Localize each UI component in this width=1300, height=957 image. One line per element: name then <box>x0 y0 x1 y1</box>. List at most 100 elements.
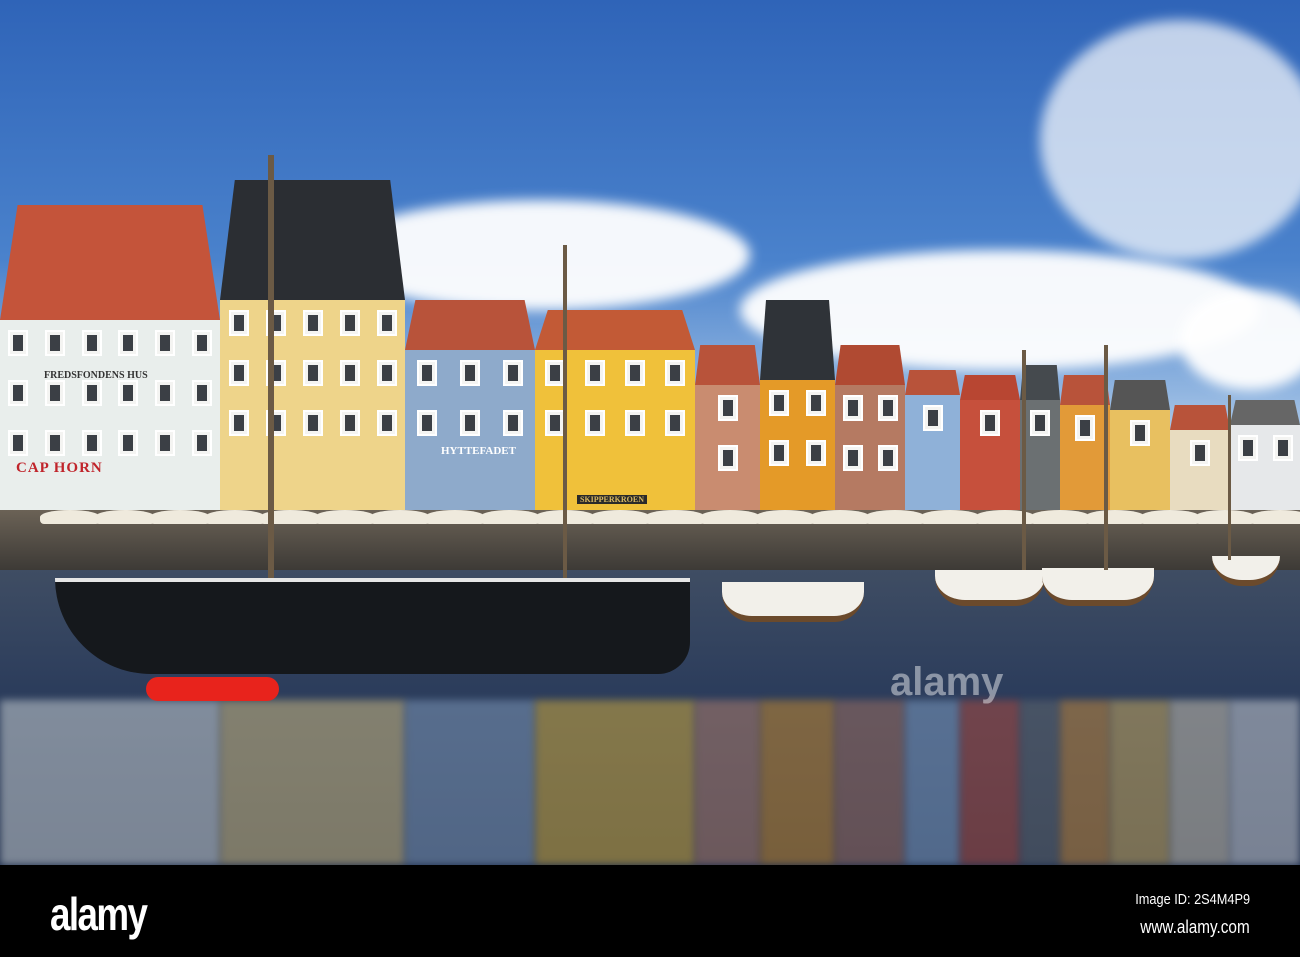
window <box>877 445 898 471</box>
building <box>1110 380 1170 520</box>
facade <box>220 300 405 520</box>
window <box>1190 440 1210 466</box>
umbrella <box>40 510 100 524</box>
window <box>118 330 139 356</box>
window <box>460 410 480 436</box>
roof <box>1020 365 1060 400</box>
building <box>1060 375 1110 520</box>
reflection <box>0 700 220 865</box>
harbour-photo: FREDSFONDENS HUS CAP HORN HYTTEFADET SKI… <box>0 0 1300 865</box>
window <box>877 395 898 421</box>
umbrella <box>1085 510 1145 524</box>
mast <box>563 245 567 585</box>
window <box>1130 420 1150 446</box>
window <box>545 360 565 386</box>
facade <box>1020 400 1060 520</box>
window <box>302 360 323 386</box>
roof <box>535 310 695 350</box>
window <box>155 430 175 456</box>
window <box>585 410 605 436</box>
window <box>416 360 437 386</box>
window <box>717 395 738 421</box>
window <box>81 430 102 456</box>
window <box>768 390 789 416</box>
building <box>220 180 405 520</box>
reflection <box>1060 700 1110 865</box>
window <box>302 310 323 336</box>
facade <box>960 400 1020 520</box>
building <box>960 375 1020 520</box>
window <box>118 430 139 456</box>
building <box>1020 365 1060 520</box>
umbrella <box>700 510 760 524</box>
facade <box>1060 405 1110 520</box>
cloud <box>1040 20 1300 260</box>
window <box>191 330 212 356</box>
window <box>806 390 827 416</box>
window <box>45 430 65 456</box>
building <box>405 300 535 520</box>
reflection <box>1170 700 1230 865</box>
window <box>980 410 1000 436</box>
reflection <box>905 700 960 865</box>
window <box>1237 435 1258 461</box>
window <box>665 360 685 386</box>
roof <box>960 375 1020 400</box>
window <box>81 380 102 406</box>
window <box>45 380 65 406</box>
window <box>625 360 645 386</box>
reflection <box>835 700 905 865</box>
roof <box>760 300 835 380</box>
window <box>8 430 29 456</box>
window <box>376 310 397 336</box>
window <box>768 440 789 466</box>
sign-skipperkroen: SKIPPERKROEN <box>577 495 648 504</box>
white-boat <box>935 570 1045 606</box>
window <box>302 410 323 436</box>
window <box>922 405 943 431</box>
umbrella <box>1250 510 1300 524</box>
reflection <box>760 700 835 865</box>
window <box>376 410 397 436</box>
umbrella <box>920 510 980 524</box>
facade <box>835 385 905 520</box>
building <box>905 370 960 520</box>
red-dinghy <box>146 677 279 701</box>
umbrella <box>1140 510 1200 524</box>
watermark: alamy <box>890 660 1004 704</box>
facade <box>1110 410 1170 520</box>
umbrella <box>865 510 925 524</box>
building <box>760 300 835 520</box>
facade <box>405 350 535 520</box>
window <box>376 360 397 386</box>
roof <box>220 180 405 300</box>
window <box>842 395 863 421</box>
building <box>535 310 695 520</box>
black-ship-hull <box>55 578 690 674</box>
window <box>416 410 437 436</box>
roof <box>1170 405 1230 430</box>
window <box>503 360 524 386</box>
window <box>339 310 360 336</box>
roof <box>695 345 760 385</box>
roof <box>1060 375 1110 405</box>
alamy-logo[interactable]: alamy <box>50 887 148 941</box>
window <box>228 310 249 336</box>
roof <box>1110 380 1170 410</box>
image-id: Image ID: 2S4M4P9 <box>1135 891 1250 908</box>
reflection <box>1110 700 1170 865</box>
building <box>1170 405 1230 520</box>
window <box>1030 410 1050 436</box>
window <box>585 360 605 386</box>
facade <box>905 395 960 520</box>
window <box>842 445 863 471</box>
window <box>1272 435 1293 461</box>
white-boat <box>1042 568 1154 606</box>
roof <box>1230 400 1300 425</box>
website-link[interactable]: www.alamy.com <box>1141 917 1250 938</box>
window <box>339 410 360 436</box>
mast <box>268 155 274 595</box>
reflection <box>220 700 405 865</box>
umbrella <box>370 510 430 524</box>
umbrella <box>205 510 265 524</box>
